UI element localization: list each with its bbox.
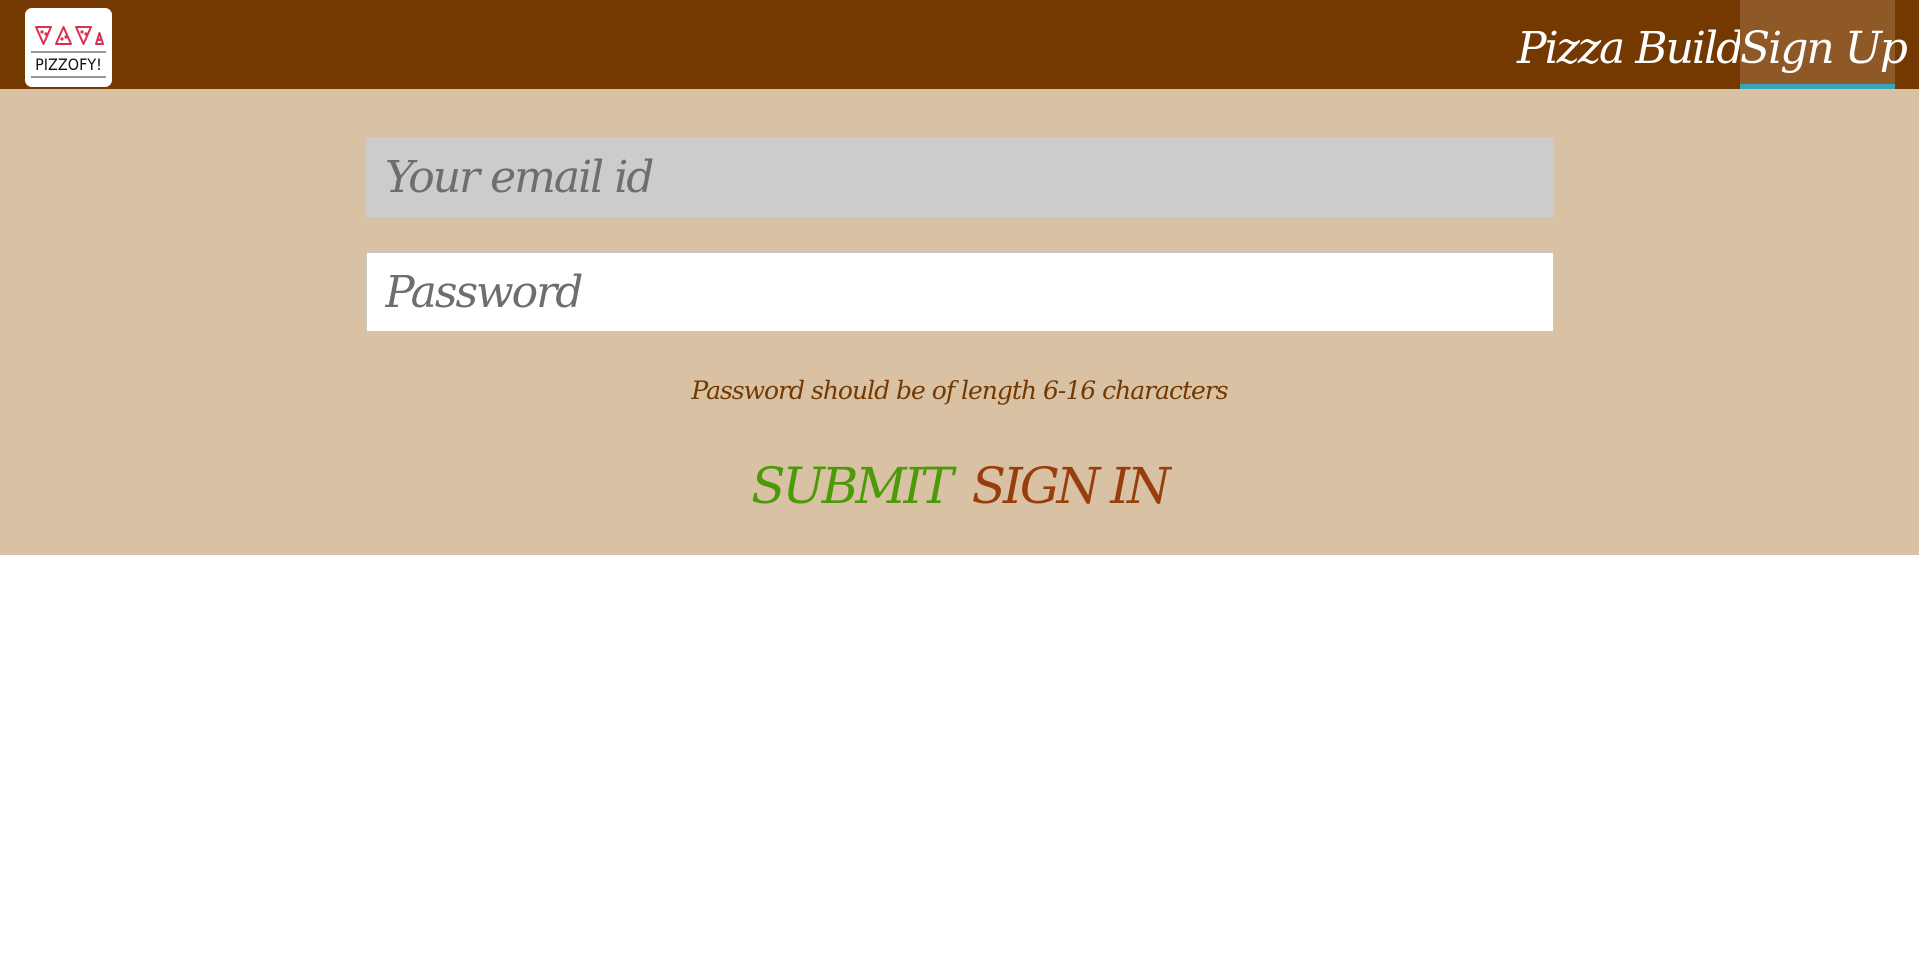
brand-logo[interactable]: PIZZOFY! — [25, 8, 112, 87]
password-field[interactable] — [366, 252, 1554, 332]
logo-underline — [31, 76, 106, 78]
email-field[interactable] — [366, 137, 1554, 217]
form-actions: SUBMIT SIGN IN — [0, 456, 1919, 516]
password-hint: Password should be of length 6-16 charac… — [691, 376, 1228, 405]
nav-pizza-builder[interactable]: Pizza Builder — [1517, 0, 1787, 89]
sign-in-button[interactable]: SIGN IN — [972, 456, 1171, 516]
signup-form: Password should be of length 6-16 charac… — [0, 89, 1919, 555]
navbar: PIZZOFY! Pizza Builder Sign Up — [0, 0, 1919, 89]
submit-button[interactable]: SUBMIT — [751, 456, 953, 516]
nav-sign-up[interactable]: Sign Up — [1740, 0, 1908, 89]
